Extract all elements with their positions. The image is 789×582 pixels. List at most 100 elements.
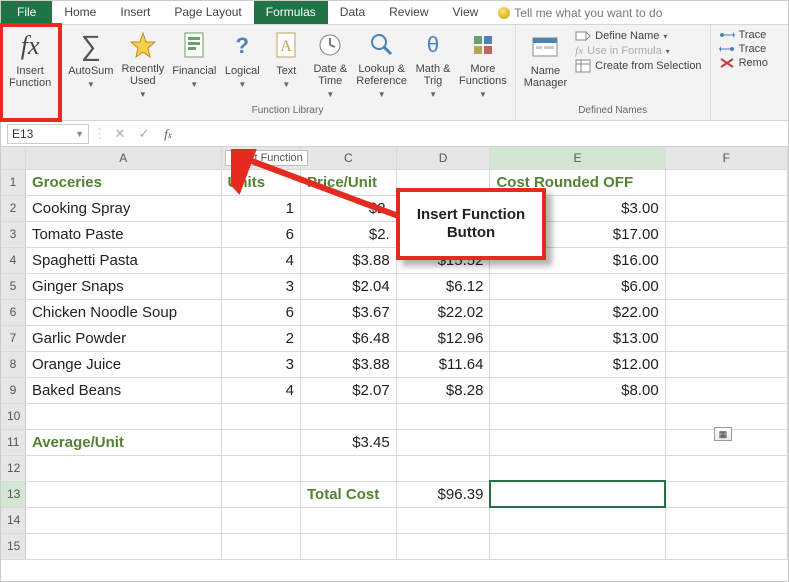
cell-F3[interactable] xyxy=(665,221,787,247)
cell-E15[interactable] xyxy=(490,533,665,559)
row-header-10[interactable]: 10 xyxy=(1,403,25,429)
logical-button[interactable]: ? Logical ▼ xyxy=(220,27,264,103)
cell-C9[interactable]: $2.07 xyxy=(300,377,396,403)
use-in-formula-button[interactable]: fx Use in Formula ▾ xyxy=(575,45,701,57)
cell-A14[interactable] xyxy=(25,507,221,533)
cell-A2[interactable]: Cooking Spray xyxy=(25,195,221,221)
cell-B11[interactable] xyxy=(221,429,300,455)
create-from-selection-button[interactable]: Create from Selection xyxy=(575,59,701,73)
cell-E13[interactable] xyxy=(490,481,665,507)
cell-B10[interactable] xyxy=(221,403,300,429)
cell-F2[interactable] xyxy=(665,195,787,221)
cell-E7[interactable]: $13.00 xyxy=(490,325,665,351)
date-time-button[interactable]: Date & Time ▼ xyxy=(308,27,352,103)
cell-D13[interactable]: $96.39 xyxy=(396,481,490,507)
cell-C13[interactable]: Total Cost xyxy=(300,481,396,507)
cell-E5[interactable]: $6.00 xyxy=(490,273,665,299)
cell-D9[interactable]: $8.28 xyxy=(396,377,490,403)
cell-C4[interactable]: $3.88 xyxy=(300,247,396,273)
cell-F14[interactable] xyxy=(665,507,787,533)
name-box[interactable]: E13 ▼ xyxy=(7,124,89,144)
tell-me-search[interactable]: Tell me what you want to do xyxy=(490,1,670,24)
cell-B14[interactable] xyxy=(221,507,300,533)
cell-E14[interactable] xyxy=(490,507,665,533)
cell-A7[interactable]: Garlic Powder xyxy=(25,325,221,351)
cell-A11[interactable]: Average/Unit xyxy=(25,429,221,455)
cell-C11[interactable]: $3.45 xyxy=(300,429,396,455)
more-functions-button[interactable]: More Functions ▼ xyxy=(455,27,511,103)
cell-E9[interactable]: $8.00 xyxy=(490,377,665,403)
cell-F6[interactable] xyxy=(665,299,787,325)
cell-A3[interactable]: Tomato Paste xyxy=(25,221,221,247)
column-header-F[interactable]: F xyxy=(665,147,787,169)
cell-B7[interactable]: 2 xyxy=(221,325,300,351)
cell-D8[interactable]: $11.64 xyxy=(396,351,490,377)
cell-B6[interactable]: 6 xyxy=(221,299,300,325)
row-header-3[interactable]: 3 xyxy=(1,221,25,247)
cell-F10[interactable] xyxy=(665,403,787,429)
tab-page-layout[interactable]: Page Layout xyxy=(162,1,253,24)
cell-D6[interactable]: $22.02 xyxy=(396,299,490,325)
cell-D7[interactable]: $12.96 xyxy=(396,325,490,351)
tab-insert[interactable]: Insert xyxy=(108,1,162,24)
row-header-6[interactable]: 6 xyxy=(1,299,25,325)
insert-function-fx-button[interactable]: fx xyxy=(158,124,178,144)
cell-A8[interactable]: Orange Juice xyxy=(25,351,221,377)
cell-A15[interactable] xyxy=(25,533,221,559)
cell-B4[interactable]: 4 xyxy=(221,247,300,273)
cell-C6[interactable]: $3.67 xyxy=(300,299,396,325)
row-header-13[interactable]: 13 xyxy=(1,481,25,507)
select-all-corner[interactable] xyxy=(1,147,25,169)
trace-precedents-button[interactable]: Trace xyxy=(719,29,768,41)
cell-A9[interactable]: Baked Beans xyxy=(25,377,221,403)
cell-F7[interactable] xyxy=(665,325,787,351)
cancel-formula-button[interactable]: ✕ xyxy=(110,124,130,144)
enter-formula-button[interactable]: ✓ xyxy=(134,124,154,144)
autosum-button[interactable]: ∑ AutoSum ▼ xyxy=(64,27,117,103)
cell-C15[interactable] xyxy=(300,533,396,559)
cell-F13[interactable] xyxy=(665,481,787,507)
cell-C10[interactable] xyxy=(300,403,396,429)
cell-D12[interactable] xyxy=(396,455,490,481)
row-header-15[interactable]: 15 xyxy=(1,533,25,559)
cell-B13[interactable] xyxy=(221,481,300,507)
row-header-4[interactable]: 4 xyxy=(1,247,25,273)
math-trig-button[interactable]: θ Math & Trig ▼ xyxy=(411,27,455,103)
cell-D14[interactable] xyxy=(396,507,490,533)
cell-C8[interactable]: $3.88 xyxy=(300,351,396,377)
tab-review[interactable]: Review xyxy=(377,1,440,24)
cell-A5[interactable]: Ginger Snaps xyxy=(25,273,221,299)
remove-arrows-button[interactable]: Remo xyxy=(719,57,768,69)
cell-C12[interactable] xyxy=(300,455,396,481)
cell-E11[interactable] xyxy=(490,429,665,455)
cell-B9[interactable]: 4 xyxy=(221,377,300,403)
recently-used-button[interactable]: Recently Used ▼ xyxy=(117,27,168,103)
row-header-8[interactable]: 8 xyxy=(1,351,25,377)
cell-A12[interactable] xyxy=(25,455,221,481)
tab-data[interactable]: Data xyxy=(328,1,377,24)
lookup-reference-button[interactable]: Lookup & Reference ▼ xyxy=(352,27,411,103)
cell-A13[interactable] xyxy=(25,481,221,507)
cell-F9[interactable] xyxy=(665,377,787,403)
cell-B12[interactable] xyxy=(221,455,300,481)
row-header-14[interactable]: 14 xyxy=(1,507,25,533)
cell-D15[interactable] xyxy=(396,533,490,559)
formula-input[interactable] xyxy=(182,124,782,144)
cell-F15[interactable] xyxy=(665,533,787,559)
cell-D11[interactable] xyxy=(396,429,490,455)
text-button[interactable]: A Text ▼ xyxy=(264,27,308,103)
define-name-button[interactable]: Define Name ▾ xyxy=(575,29,701,43)
cell-E12[interactable] xyxy=(490,455,665,481)
column-header-A[interactable]: A xyxy=(25,147,221,169)
cell-C7[interactable]: $6.48 xyxy=(300,325,396,351)
row-header-2[interactable]: 2 xyxy=(1,195,25,221)
cell-F8[interactable] xyxy=(665,351,787,377)
tab-view[interactable]: View xyxy=(441,1,491,24)
cell-F4[interactable] xyxy=(665,247,787,273)
cell-D5[interactable]: $6.12 xyxy=(396,273,490,299)
row-header-5[interactable]: 5 xyxy=(1,273,25,299)
financial-button[interactable]: Financial ▼ xyxy=(168,27,220,103)
cell-A6[interactable]: Chicken Noodle Soup xyxy=(25,299,221,325)
cell-F5[interactable] xyxy=(665,273,787,299)
row-header-12[interactable]: 12 xyxy=(1,455,25,481)
